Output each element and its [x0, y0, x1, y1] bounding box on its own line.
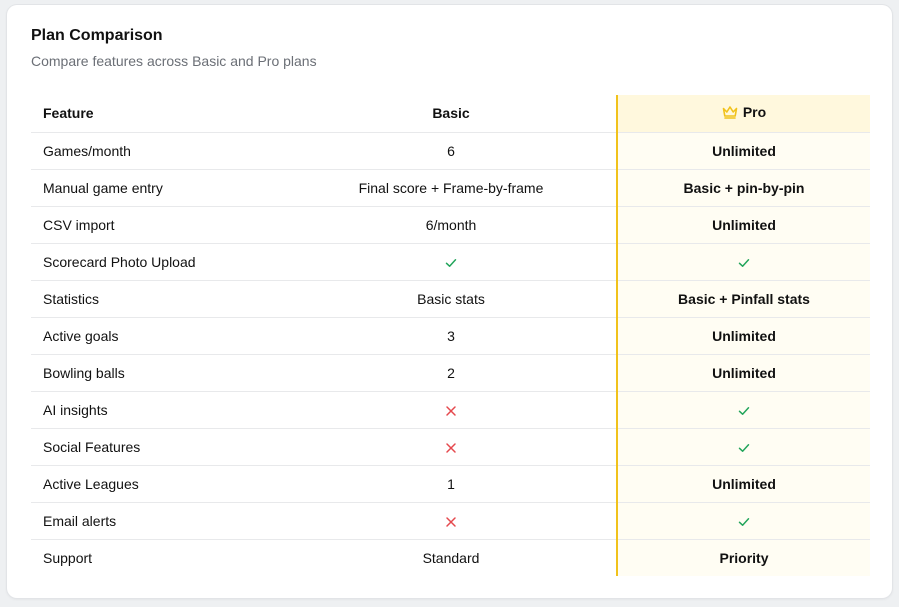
feature-cell: CSV import	[31, 206, 286, 244]
table-row: Social Features	[31, 428, 870, 466]
pro-cell: Unlimited	[616, 132, 870, 170]
table-row: Email alerts	[31, 502, 870, 540]
pro-cell: Basic + Pinfall stats	[616, 280, 870, 318]
table-row: Manual game entry Final score + Frame-by-…	[31, 169, 870, 207]
column-header-pro: Pro	[616, 95, 870, 133]
basic-cell: 1	[286, 465, 617, 503]
pro-cell: Priority	[616, 539, 870, 576]
page-title: Plan Comparison	[31, 27, 163, 44]
pro-cell: Unlimited	[616, 465, 870, 503]
comparison-table: Feature Basic Pro Games/month 6 Unlimited M…	[31, 95, 870, 576]
feature-cell: Social Features	[31, 428, 286, 466]
basic-cell	[286, 391, 617, 429]
feature-cell: AI insights	[31, 391, 286, 429]
pro-cell: Basic + pin-by-pin	[616, 169, 870, 207]
pro-cell: Unlimited	[616, 354, 870, 392]
plan-comparison-card: Plan Comparison Compare features across …	[7, 5, 892, 598]
table-row: AI insights	[31, 391, 870, 429]
basic-cell	[286, 243, 617, 281]
pro-cell	[616, 243, 870, 281]
basic-cell: Basic stats	[286, 280, 617, 318]
check-icon	[738, 258, 750, 267]
basic-cell	[286, 428, 617, 466]
pro-cell: Unlimited	[616, 317, 870, 355]
table-row: Support Standard Priority	[31, 539, 870, 576]
table-row: CSV import 6/month Unlimited	[31, 206, 870, 244]
check-icon	[738, 517, 750, 526]
basic-cell: Final score + Frame-by-frame	[286, 169, 617, 207]
table-header-row: Feature Basic Pro	[31, 95, 870, 133]
feature-cell: Bowling balls	[31, 354, 286, 392]
feature-cell: Games/month	[31, 132, 286, 170]
cross-icon	[446, 442, 456, 453]
table-row: Statistics Basic stats Basic + Pinfall sta…	[31, 280, 870, 318]
basic-cell: 6/month	[286, 206, 617, 244]
basic-cell: Standard	[422, 549, 480, 566]
column-header-basic: Basic	[286, 95, 617, 133]
crown-icon	[722, 106, 738, 120]
cross-icon	[446, 516, 456, 527]
feature-cell: Active goals	[31, 317, 286, 355]
page-subtitle: Compare features across Basic and Pro pl…	[31, 53, 317, 69]
basic-cell: 6	[286, 132, 617, 170]
feature-cell: Statistics	[31, 280, 286, 318]
table-row: Bowling balls 2 Unlimited	[31, 354, 870, 392]
feature-cell: Scorecard Photo Upload	[31, 243, 286, 281]
pro-label: Pro	[742, 104, 767, 121]
pro-cell	[616, 391, 870, 429]
table-row: Active Leagues 1 Unlimited	[31, 465, 870, 503]
pro-cell	[616, 502, 870, 540]
check-icon	[738, 406, 750, 415]
feature-cell: Manual game entry	[31, 169, 286, 207]
feature-cell: Active Leagues	[31, 465, 286, 503]
table-row: Games/month 6 Unlimited	[31, 132, 870, 170]
basic-cell: 2	[286, 354, 617, 392]
feature-cell: Support	[43, 549, 93, 566]
pro-cell	[616, 428, 870, 466]
cross-icon	[446, 405, 456, 416]
basic-cell: 3	[286, 317, 617, 355]
feature-cell: Email alerts	[31, 502, 286, 540]
column-header-feature: Feature	[31, 95, 286, 133]
pro-cell: Unlimited	[616, 206, 870, 244]
table-row: Scorecard Photo Upload	[31, 243, 870, 281]
check-icon	[445, 258, 457, 267]
check-icon	[738, 443, 750, 452]
basic-cell	[286, 502, 617, 540]
table-row: Active goals 3 Unlimited	[31, 317, 870, 355]
